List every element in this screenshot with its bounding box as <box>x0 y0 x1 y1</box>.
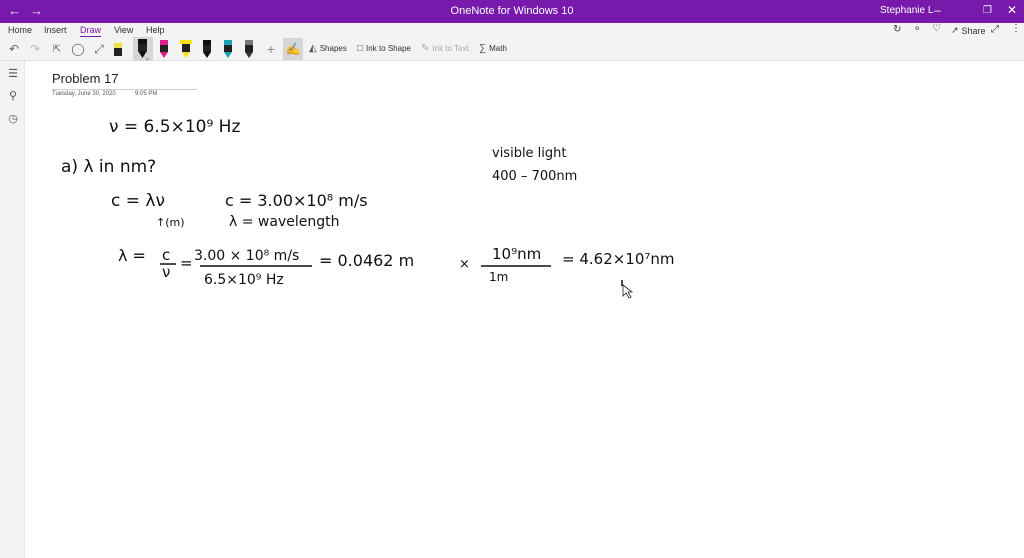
ink-visible-range: 400 – 700nm <box>492 169 577 184</box>
tab-insert[interactable]: Insert <box>44 25 67 35</box>
undo-icon[interactable]: ↶ <box>6 41 22 57</box>
ink-question: a) λ in nm? <box>61 157 156 177</box>
ink-to-text-button[interactable]: ✎ Ink to Text <box>421 43 469 54</box>
type-select-icon[interactable]: ⇱ <box>49 41 65 57</box>
add-space-icon[interactable]: ⤢ <box>91 41 107 57</box>
ink-calc-lambda: λ = <box>118 246 146 265</box>
lasso-select-icon[interactable]: ◯ <box>70 41 86 57</box>
pen-teal-icon <box>224 40 232 58</box>
pen-black-icon <box>203 40 211 58</box>
shapes-label: Shapes <box>319 44 347 53</box>
ink-to-text-icon: ✎ <box>421 43 430 54</box>
tab-home[interactable]: Home <box>8 25 32 35</box>
ink-lambda-def: λ = wavelength <box>229 214 339 230</box>
pen-teal[interactable] <box>222 38 234 58</box>
app-title: OneNote for Windows 10 <box>450 5 574 17</box>
ink-calc-result-m: = 0.0462 m <box>319 251 414 270</box>
shapes-button[interactable]: ◭ Shapes <box>309 43 347 54</box>
pen-pattern[interactable] <box>243 38 255 58</box>
ink-calc-conv-num: 10⁹nm <box>492 245 541 263</box>
restore-icon[interactable]: ❐ <box>983 5 992 16</box>
ribbon-tabs: Home Insert Draw View Help ↻ ⚬ ♡ ↗ Share… <box>0 23 1024 38</box>
pen-magenta[interactable] <box>158 38 170 58</box>
ink-calc-c: c <box>162 246 170 264</box>
ink-calc-nu: ν <box>162 263 170 281</box>
ink-calc-conv-den: 1m <box>489 270 508 284</box>
bell-icon[interactable]: ♡ <box>932 23 941 34</box>
pen-black-icon: ⌄ <box>138 39 150 62</box>
ink-visible-light: visible light <box>492 146 567 161</box>
recent-icon[interactable]: ◷ <box>7 112 19 125</box>
lightbulb-icon[interactable]: ⚬ <box>913 24 921 35</box>
draw-toolbar: ↶ ↷ ⇱ ◯ ⤢ ⌄ + ✍ ◭ Shapes □ Ink to Shape … <box>0 37 1024 62</box>
ink-formula: c = λν <box>111 191 165 211</box>
ink-calc-denominator: 6.5×10⁹ Hz <box>204 272 284 288</box>
share-icon: ↗ <box>951 25 959 35</box>
share-button[interactable]: ↗ Share <box>951 25 986 36</box>
math-label: Math <box>489 44 507 53</box>
more-options-icon[interactable]: ⋮ <box>1011 23 1021 34</box>
add-pen-icon[interactable]: + <box>263 41 279 57</box>
tab-view[interactable]: View <box>114 25 133 35</box>
ink-calc-equals: = <box>180 254 193 272</box>
pen-pattern-icon <box>245 40 253 58</box>
close-icon[interactable]: ✕ <box>1007 3 1017 17</box>
ink-speed-of-light: c = 3.00×10⁸ m/s <box>225 191 368 210</box>
ink-given-frequency: ν = 6.5×10⁹ Hz <box>109 117 240 137</box>
title-bar: ← → OneNote for Windows 10 Stephanie L –… <box>0 0 1024 23</box>
notebooks-icon[interactable]: ☰ <box>7 67 19 80</box>
ink-to-shape-icon: □ <box>357 43 364 54</box>
ink-to-text-label: Ink to Text <box>432 44 469 53</box>
pen-magenta-icon <box>160 40 168 58</box>
redo-icon[interactable]: ↷ <box>27 41 43 57</box>
sync-icon[interactable]: ↻ <box>893 24 901 35</box>
ink-replay-icon[interactable]: ✍ <box>283 38 303 60</box>
math-button[interactable]: ∑ Math <box>479 43 507 54</box>
ink-to-shape-label: Ink to Shape <box>366 44 411 53</box>
math-icon: ∑ <box>479 43 487 54</box>
ink-to-shape-button[interactable]: □ Ink to Shape <box>357 43 411 54</box>
highlighter-yellow[interactable] <box>179 38 192 58</box>
share-label: Share <box>961 25 986 36</box>
ink-calc-times: × <box>459 257 470 272</box>
highlighter-yellow-icon <box>180 40 192 58</box>
tab-help[interactable]: Help <box>146 25 165 35</box>
ink-drawing-layer[interactable]: ν = 6.5×10⁹ Hz a) λ in nm? visible light… <box>26 61 1024 558</box>
nav-sidebar: ☰ ⚲ ◷ <box>0 61 25 558</box>
minimize-icon[interactable]: – <box>934 3 941 17</box>
search-icon[interactable]: ⚲ <box>7 89 19 102</box>
shapes-icon: ◭ <box>309 43 317 54</box>
user-name[interactable]: Stephanie L <box>880 5 933 16</box>
expand-icon[interactable]: ⤢ <box>991 24 999 35</box>
ink-lambda-unit: ↑(m) <box>156 216 185 229</box>
eraser-shape <box>114 43 122 56</box>
pen-black-selected[interactable]: ⌄ <box>133 37 153 62</box>
eraser-icon[interactable] <box>112 41 124 57</box>
ink-calc-final: = 4.62×10⁷nm <box>562 250 675 268</box>
mouse-pointer-icon <box>622 284 634 299</box>
page-canvas[interactable]: Problem 17 Tuesday, June 30, 2020 9:05 P… <box>26 61 1024 558</box>
pen-black[interactable] <box>201 38 213 58</box>
ink-calc-numerator: 3.00 × 10⁸ m/s <box>194 248 299 264</box>
